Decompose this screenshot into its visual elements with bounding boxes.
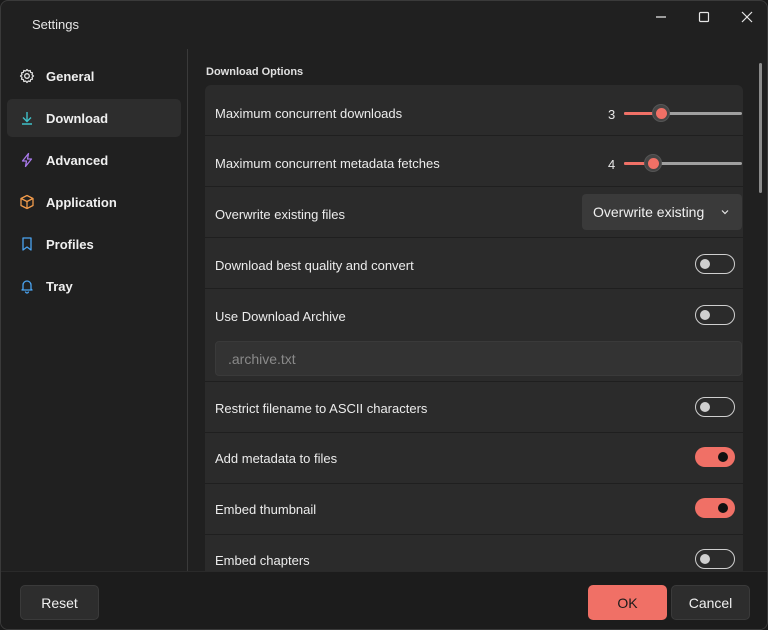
sidebar-item-download[interactable]: Download [7,99,181,137]
sidebar-item-application[interactable]: Application [7,183,181,221]
max-metadata-slider-thumb[interactable] [644,154,662,172]
sidebar-item-label: General [46,68,95,84]
archive-file-placeholder: .archive.txt [228,350,296,367]
close-icon [741,11,753,23]
thumbnail-label: Embed thumbnail [215,502,317,517]
close-button[interactable] [733,7,761,27]
sidebar-item-label: Advanced [46,152,109,168]
chevron-down-icon [721,210,729,215]
bell-icon [19,278,35,294]
cancel-button[interactable]: Cancel [671,585,750,620]
sidebar-item-profiles[interactable]: Profiles [7,225,181,263]
overwrite-row: Overwrite existing files Overwrite exist… [205,187,743,237]
archive-row: Use Download Archive .archive.txt [205,289,743,381]
max-downloads-row: Maximum concurrent downloads 3 [205,85,743,135]
max-downloads-slider-thumb[interactable] [652,104,670,122]
toggle-knob [700,554,710,564]
chapters-toggle[interactable] [695,549,735,569]
overwrite-label: Overwrite existing files [215,207,346,222]
chapters-row: Embed chapters [205,535,743,571]
maximize-button[interactable] [690,7,718,27]
toggle-knob [700,310,710,320]
best-quality-row: Download best quality and convert [205,238,743,288]
reset-button[interactable]: Reset [20,585,99,620]
toggle-knob [700,402,710,412]
sidebar-item-label: Profiles [46,236,94,252]
overwrite-dropdown-value: Overwrite existing [593,204,705,220]
metadata-toggle[interactable] [695,447,735,467]
scrollbar[interactable] [759,63,762,193]
section-title: Download Options [206,66,304,78]
max-metadata-label: Maximum concurrent metadata fetches [215,156,440,171]
chapters-label: Embed chapters [215,553,310,568]
archive-file-input[interactable]: .archive.txt [215,341,742,376]
settings-content: Download Options Maximum concurrent down… [188,49,767,571]
max-metadata-row: Maximum concurrent metadata fetches 4 [205,136,743,186]
sidebar-item-tray[interactable]: Tray [7,267,181,305]
window-title: Settings [32,17,79,32]
toggle-knob [718,452,728,462]
settings-window: Settings General Download Advanced Appli… [0,0,768,630]
max-downloads-value: 3 [608,107,616,122]
sidebar-item-label: Download [46,110,109,126]
gear-icon [19,68,35,84]
sidebar-item-label: Tray [46,278,73,294]
sidebar-item-label: Application [46,194,117,210]
title-bar: Settings [1,1,767,47]
toggle-knob [700,259,710,269]
sidebar: General Download Advanced Application Pr… [1,49,187,571]
archive-toggle[interactable] [695,305,735,325]
ascii-label: Restrict filename to ASCII characters [215,401,428,416]
ascii-row: Restrict filename to ASCII characters [205,382,743,432]
box-icon [19,194,35,210]
lightning-icon [19,152,35,168]
thumbnail-toggle[interactable] [695,498,735,518]
minimize-icon [656,16,666,18]
bookmark-icon [19,236,35,252]
ascii-toggle[interactable] [695,397,735,417]
max-downloads-label: Maximum concurrent downloads [215,106,403,121]
max-metadata-value: 4 [608,157,616,172]
best-quality-toggle[interactable] [695,254,735,274]
download-options-card: Maximum concurrent downloads 3 Maximum c… [205,85,743,571]
overwrite-dropdown[interactable]: Overwrite existing [582,194,742,230]
metadata-row: Add metadata to files [205,433,743,483]
toggle-knob [718,503,728,513]
archive-label: Use Download Archive [215,309,346,324]
ok-button[interactable]: OK [588,585,667,620]
sidebar-item-general[interactable]: General [7,57,181,95]
metadata-label: Add metadata to files [215,451,338,466]
sidebar-item-advanced[interactable]: Advanced [7,141,181,179]
footer: Reset OK Cancel [1,571,767,629]
maximize-icon [698,11,710,23]
best-quality-label: Download best quality and convert [215,258,414,273]
minimize-button[interactable] [647,7,675,27]
thumbnail-row: Embed thumbnail [205,484,743,534]
download-icon [19,110,35,126]
